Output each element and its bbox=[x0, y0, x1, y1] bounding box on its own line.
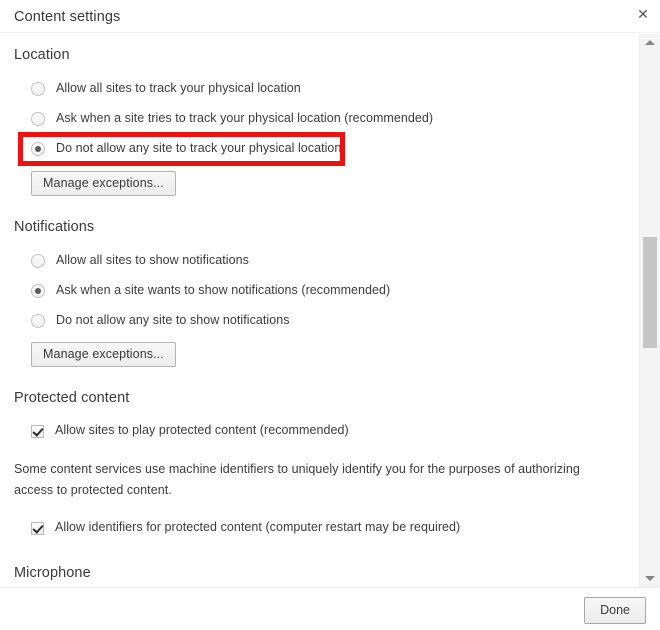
radio-label: Allow all sites to show notifications bbox=[56, 253, 249, 267]
checkbox-indicator[interactable] bbox=[31, 425, 44, 438]
content-settings-dialog: Content settings ✕ Location Allow all si… bbox=[0, 0, 660, 630]
radio-label: Allow all sites to track your physical l… bbox=[56, 81, 301, 95]
radio-indicator[interactable] bbox=[31, 284, 45, 298]
close-icon[interactable]: ✕ bbox=[632, 3, 654, 25]
manage-exceptions-location-button[interactable]: Manage exceptions... bbox=[31, 171, 176, 196]
radio-notifications-allow-all[interactable]: Allow all sites to show notifications bbox=[31, 253, 249, 268]
triangle-up-icon bbox=[645, 40, 655, 45]
page-title: Content settings bbox=[14, 9, 121, 25]
radio-location-ask[interactable]: Ask when a site tries to track your phys… bbox=[31, 111, 433, 126]
radio-notifications-ask[interactable]: Ask when a site wants to show notificati… bbox=[31, 283, 390, 298]
triangle-down-icon bbox=[645, 576, 655, 581]
dialog-header: Content settings ✕ bbox=[0, 0, 660, 33]
checkbox-label: Allow identifiers for protected content … bbox=[55, 520, 461, 534]
settings-scroll-area: Location Allow all sites to track your p… bbox=[0, 34, 639, 587]
radio-location-allow-all[interactable]: Allow all sites to track your physical l… bbox=[31, 81, 301, 96]
protected-content-description: Some content services use machine identi… bbox=[14, 462, 580, 497]
radio-label: Ask when a site wants to show notificati… bbox=[56, 283, 391, 297]
section-heading-location: Location bbox=[14, 47, 70, 63]
radio-location-do-not-allow[interactable]: Do not allow any site to track your phys… bbox=[31, 141, 341, 156]
checkbox-allow-identifiers-protected-content[interactable]: Allow identifiers for protected content … bbox=[31, 520, 460, 535]
checkbox-indicator[interactable] bbox=[31, 522, 44, 535]
radio-indicator[interactable] bbox=[31, 112, 45, 126]
radio-notifications-do-not-allow[interactable]: Do not allow any site to show notificati… bbox=[31, 313, 290, 328]
dialog-footer: Done bbox=[0, 587, 660, 630]
radio-indicator[interactable] bbox=[31, 314, 45, 328]
radio-label: Ask when a site tries to track your phys… bbox=[56, 111, 434, 125]
radio-label: Do not allow any site to track your phys… bbox=[56, 141, 342, 155]
section-heading-microphone: Microphone bbox=[14, 565, 91, 581]
radio-indicator[interactable] bbox=[31, 254, 45, 268]
scroll-down-button[interactable] bbox=[640, 569, 660, 587]
checkbox-allow-play-protected-content[interactable]: Allow sites to play protected content (r… bbox=[31, 423, 349, 438]
scroll-up-button[interactable] bbox=[640, 34, 660, 52]
section-heading-notifications: Notifications bbox=[14, 219, 95, 235]
manage-exceptions-notifications-button[interactable]: Manage exceptions... bbox=[31, 342, 176, 367]
radio-label: Do not allow any site to show notificati… bbox=[56, 313, 290, 327]
section-heading-protected-content: Protected content bbox=[14, 390, 130, 406]
done-button[interactable]: Done bbox=[584, 597, 646, 624]
vertical-scrollbar[interactable] bbox=[639, 34, 660, 587]
radio-indicator[interactable] bbox=[31, 82, 45, 96]
radio-indicator[interactable] bbox=[31, 142, 45, 156]
checkbox-label: Allow sites to play protected content (r… bbox=[55, 423, 349, 437]
scrollbar-thumb[interactable] bbox=[643, 237, 657, 348]
